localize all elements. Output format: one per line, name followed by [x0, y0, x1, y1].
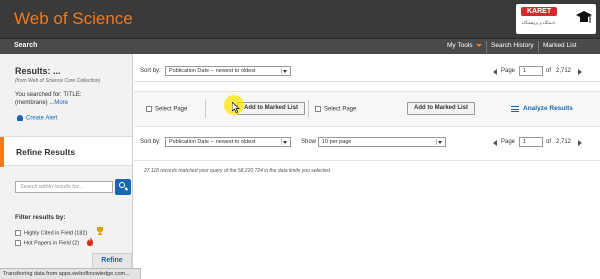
prev-page-icon[interactable] — [493, 140, 497, 146]
results-title: Results: ... — [15, 66, 61, 76]
page-total: 2,712 — [556, 68, 572, 74]
checkbox[interactable] — [315, 106, 321, 112]
page-total: 2,712 — [556, 139, 572, 145]
divider — [308, 100, 309, 118]
show-label: Show — [301, 139, 317, 145]
select-page-label: Select Page — [324, 106, 357, 113]
page-of-label: of — [546, 68, 552, 74]
page-label: Page — [501, 68, 516, 74]
records-matched-text: 27,118 records matched your query of the… — [144, 168, 332, 174]
next-page-icon[interactable] — [578, 140, 582, 146]
search-within-input[interactable]: Search within results for... — [15, 181, 113, 193]
nav-bar: Search My Tools Search History Marked Li… — [0, 38, 600, 54]
select-page-label: Select Page — [155, 106, 188, 113]
filter-heading: Filter results by: — [15, 214, 66, 221]
next-page-icon[interactable] — [578, 69, 582, 75]
sort-value: Publication Date -- newest to oldest — [169, 68, 256, 74]
add-to-marked-list-button[interactable]: Add to Marked List — [237, 102, 305, 115]
select-page-bottom[interactable]: Select Page — [315, 106, 356, 113]
accent-bar — [0, 137, 4, 167]
refine-results-title: Refine Results — [16, 147, 76, 157]
results-source: (from Web of Science Core Collection) — [15, 78, 101, 84]
watermark-logo: KARET دانشگاه و پژوهشگاه — [516, 4, 596, 34]
sort-select-2[interactable]: Publication Date -- newest to oldest — [165, 137, 291, 147]
create-alert-label: Create Alert — [26, 115, 58, 122]
nav-divider — [486, 41, 487, 53]
chevron-down-icon — [475, 43, 482, 47]
my-tools-label: My Tools — [447, 42, 473, 49]
tab-search[interactable]: Search — [14, 42, 37, 49]
more-link[interactable]: More — [54, 100, 68, 106]
browser-status-bar: Transferring data from apps.webofknowled… — [0, 268, 141, 279]
search-query-text: (membrane) ... — [15, 100, 55, 106]
checkbox[interactable] — [15, 230, 21, 236]
sort-value: Publication Date -- newest to oldest — [169, 139, 256, 145]
action-bar: Select Page Add to Marked List Select Pa… — [134, 91, 600, 127]
search-history-link[interactable]: Search History — [491, 42, 534, 49]
refine-button[interactable]: Refine — [92, 253, 132, 269]
prev-page-icon[interactable] — [493, 69, 497, 75]
add-to-marked-list-button-2[interactable]: Add to Marked List — [407, 102, 475, 115]
analyze-icon — [511, 106, 519, 112]
sidebar: Results: ... (from Web of Science Core C… — [0, 54, 133, 279]
search-query-value: (membrane) ...More — [15, 100, 68, 106]
toolbar-bottom: Sort by: Publication Date -- newest to o… — [134, 133, 600, 153]
my-tools-menu[interactable]: My Tools — [447, 42, 482, 49]
trophy-icon — [97, 227, 103, 235]
divider — [134, 160, 600, 161]
filter-label: Highly Cited in Field (182) — [24, 230, 88, 237]
sort-select[interactable]: Publication Date -- newest to oldest — [165, 66, 291, 76]
app-logo[interactable]: Web of Science — [14, 9, 133, 29]
filter-highly-cited[interactable]: Highly Cited in Field (182) — [15, 230, 87, 236]
marked-list-link[interactable]: Marked List — [543, 42, 577, 49]
page-input[interactable]: 1 — [519, 66, 543, 76]
page-of-label: of — [546, 139, 552, 145]
main-content: Sort by: Publication Date -- newest to o… — [134, 54, 600, 279]
checkbox[interactable] — [15, 240, 21, 246]
select-page-top[interactable]: Select Page — [146, 106, 187, 113]
graduation-cap-icon — [576, 11, 592, 23]
per-page-value: 10 per page — [322, 139, 352, 145]
mouse-pointer-icon — [232, 102, 240, 113]
search-within-button[interactable] — [115, 179, 131, 195]
sort-label: Sort by: — [140, 68, 161, 74]
search-query-label: You searched for: TITLE: — [15, 92, 82, 98]
search-icon-handle — [124, 187, 129, 191]
nav-divider — [538, 41, 539, 53]
toolbar-top: Sort by: Publication Date -- newest to o… — [134, 62, 600, 82]
divider — [205, 100, 206, 118]
analyze-results-link[interactable]: Analyze Results — [523, 105, 573, 112]
filter-label: Hot Papers in Field (2) — [24, 240, 80, 247]
create-alert-link[interactable]: Create Alert — [17, 115, 58, 122]
checkbox[interactable] — [146, 106, 152, 112]
bell-icon — [17, 115, 23, 121]
sort-label: Sort by: — [140, 139, 161, 145]
watermark-sub: دانشگاه و پژوهشگاه — [522, 20, 556, 25]
refine-results-header: Refine Results — [0, 136, 132, 167]
header-bar: Web of Science KARET دانشگاه و پژوهشگاه — [0, 0, 600, 38]
chevron-down-icon — [281, 139, 289, 145]
filter-hot-papers[interactable]: Hot Papers in Field (2) — [15, 240, 79, 246]
chevron-down-icon — [281, 68, 289, 74]
page-label: Page — [501, 139, 516, 145]
watermark-name: KARET — [521, 7, 558, 16]
chevron-down-icon — [436, 139, 444, 145]
flame-icon — [87, 237, 93, 246]
page-input-2[interactable]: 1 — [519, 137, 543, 147]
per-page-select[interactable]: 10 per page — [318, 137, 446, 147]
